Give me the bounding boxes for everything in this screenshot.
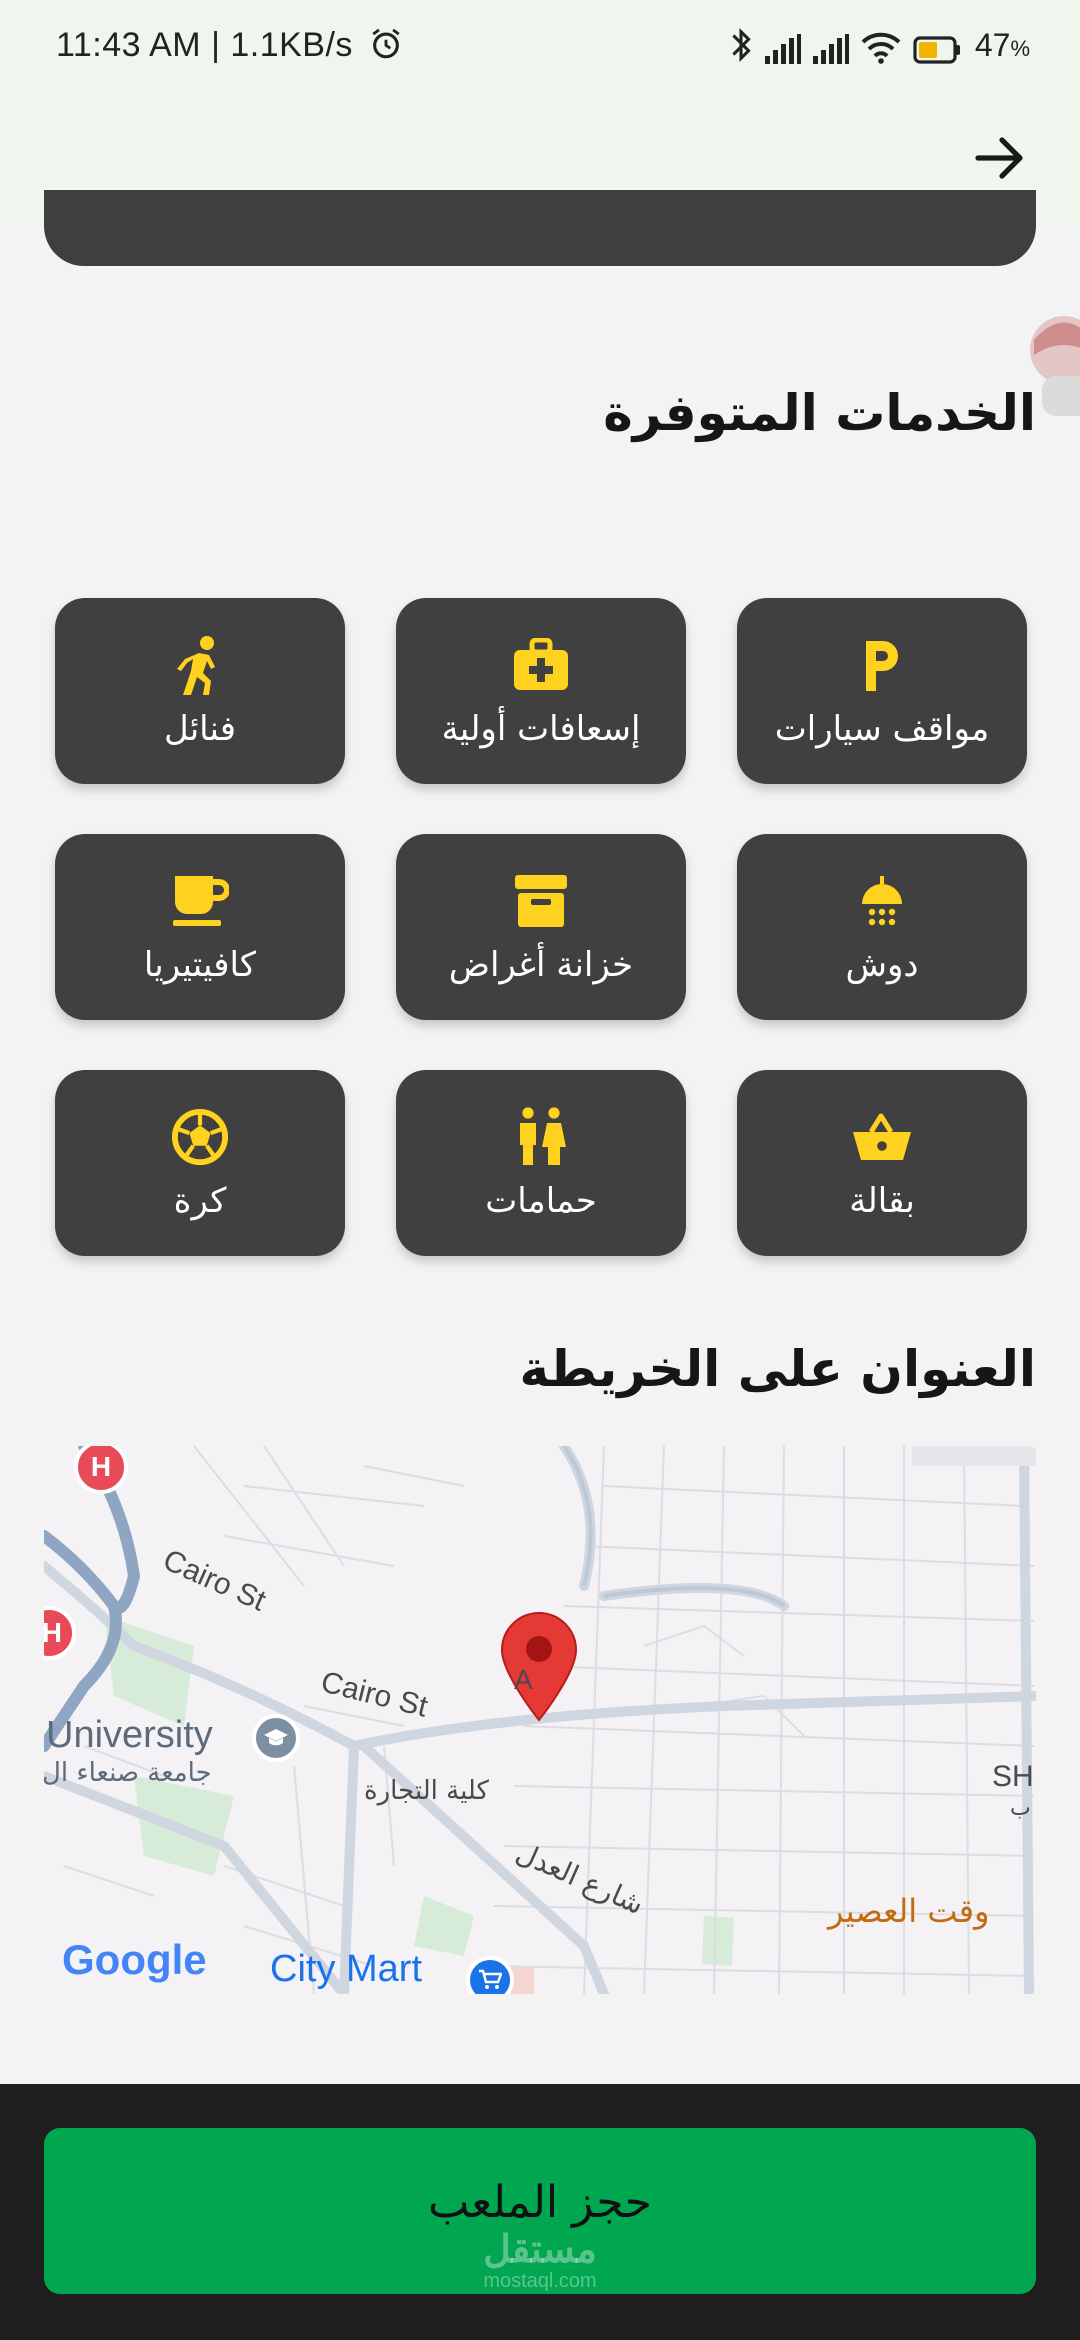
map-label-university-ar: جامعة صنعاء ال — [44, 1758, 212, 1788]
map-label-asr-time: وقت العصير — [828, 1892, 990, 1930]
services-grid: مواقف سيارات إسعافات أولية فنائل دوش خزا… — [55, 598, 1027, 1256]
service-label: إسعافات أولية — [441, 709, 641, 749]
map-label-city-mart: City Mart — [270, 1948, 422, 1990]
status-time: 11:43 AM | 1.1KB/s — [56, 26, 353, 64]
signal-icon — [812, 34, 849, 64]
service-parking[interactable]: مواقف سيارات — [737, 598, 1027, 784]
service-label: حمامات — [485, 1181, 597, 1221]
map-label-commerce-college: كلية التجارة — [364, 1776, 489, 1806]
map-title: العنوان على الخريطة — [519, 1340, 1036, 1398]
location-pin-icon[interactable] — [498, 1610, 580, 1722]
university-icon[interactable] — [252, 1714, 300, 1762]
service-restrooms[interactable]: حمامات — [396, 1070, 686, 1256]
service-locker[interactable]: خزانة أغراض — [396, 834, 686, 1020]
back-button[interactable] — [964, 122, 1036, 194]
google-logo: Google — [62, 1936, 207, 1983]
battery-unit: % — [1010, 35, 1030, 61]
wifi-icon — [861, 32, 901, 64]
watermark: مستقل mostaql.com — [450, 2230, 630, 2293]
alarm-icon — [372, 28, 400, 59]
battery-icon — [913, 36, 960, 64]
map-label-university: University — [46, 1714, 213, 1756]
restroom-icon — [509, 1105, 573, 1169]
service-label: دوش — [845, 945, 919, 985]
signal-icon — [764, 34, 801, 64]
basket-icon — [850, 1105, 914, 1169]
service-cafeteria[interactable]: كافيتيريا — [55, 834, 345, 1020]
ball-icon — [168, 1105, 232, 1169]
top-card-edge — [44, 190, 1036, 266]
book-field-label: حجز الملعب — [428, 2176, 652, 2228]
service-label: خزانة أغراض — [448, 945, 634, 985]
map-label-a: A — [514, 1664, 533, 1695]
service-label: بقالة — [849, 1181, 915, 1221]
service-grocery[interactable]: بقالة — [737, 1070, 1027, 1256]
service-label: كافيتيريا — [143, 945, 257, 985]
service-shower[interactable]: دوش — [737, 834, 1027, 1020]
service-first-aid[interactable]: إسعافات أولية — [396, 598, 686, 784]
locker-icon — [509, 869, 573, 933]
map-label-sh: SH — [992, 1760, 1034, 1793]
service-label: مواقف سيارات — [774, 709, 990, 749]
parking-icon — [850, 633, 914, 697]
service-label: كرة — [173, 1181, 227, 1221]
service-label: فنائل — [163, 709, 237, 749]
shower-icon — [850, 869, 914, 933]
watermark-url: mostaql.com — [483, 2270, 597, 2292]
service-ball[interactable]: كرة — [55, 1070, 345, 1256]
bluetooth-icon — [732, 28, 751, 62]
first-aid-icon — [509, 633, 573, 697]
map-view[interactable]: H H Cairo St Cairo St A University جامعة… — [44, 1446, 1036, 1994]
coffee-icon — [168, 869, 232, 933]
arrow-right-icon — [975, 137, 1023, 179]
watermark-logo: مستقل — [483, 2229, 597, 2271]
jersey-icon — [168, 633, 232, 697]
service-jerseys[interactable]: فنائل — [55, 598, 345, 784]
battery-level: 47 — [974, 26, 1011, 63]
map-label-b: ب — [1010, 1796, 1031, 1821]
status-bar: 11:43 AM | 1.1KB/s 47% — [0, 0, 1080, 100]
services-title: الخدمات المتوفرة — [603, 384, 1036, 442]
